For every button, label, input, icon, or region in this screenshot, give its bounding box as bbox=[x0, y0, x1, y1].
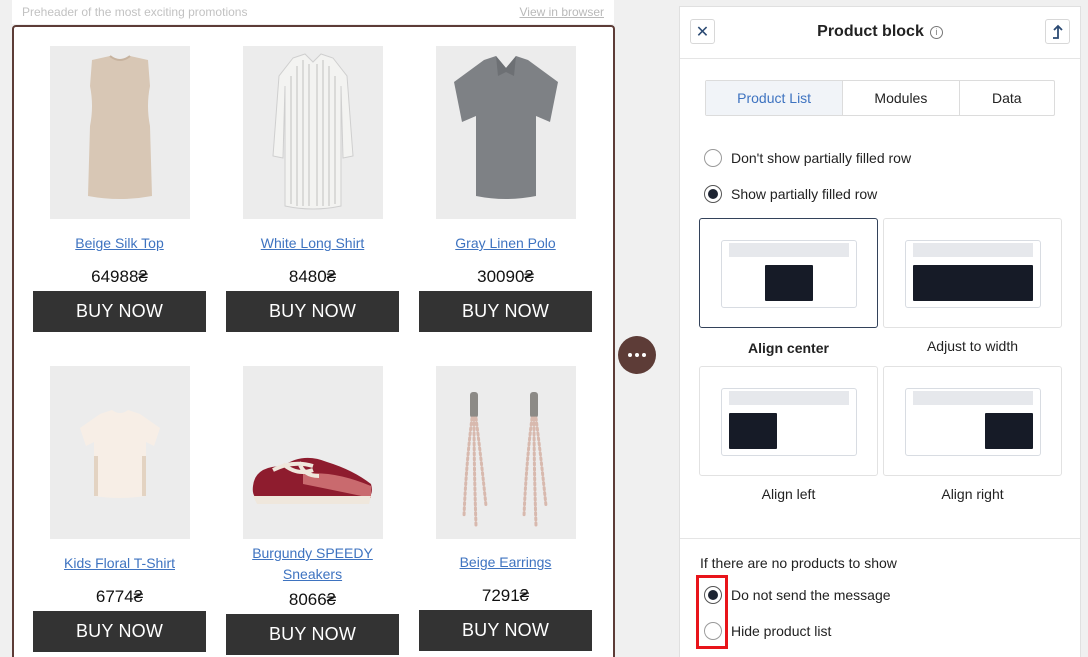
buy-now-button[interactable]: BUY NOW bbox=[419, 291, 592, 332]
preheader-text: Preheader of the most exciting promotion… bbox=[22, 5, 248, 19]
product-name-link[interactable]: Kids Floral T-Shirt bbox=[33, 553, 206, 574]
product-card: Kids Floral T-Shirt 6774₴ BUY NOW bbox=[33, 366, 206, 652]
buy-now-button[interactable]: BUY NOW bbox=[33, 611, 206, 652]
product-price: 8066₴ bbox=[288, 590, 337, 609]
buy-now-button[interactable]: BUY NOW bbox=[226, 614, 399, 655]
product-card: Burgundy SPEEDY Sneakers 8066₴ BUY NOW bbox=[226, 366, 399, 655]
product-price: 7291₴ bbox=[481, 586, 530, 605]
align-center-card[interactable] bbox=[699, 218, 878, 328]
radio-label: Show partially filled row bbox=[731, 186, 878, 202]
product-price: 8480₴ bbox=[288, 267, 337, 286]
panel-header: ✕ Product block i bbox=[680, 7, 1080, 59]
product-block-settings-panel: ✕ Product block i Product List Modules Da… bbox=[679, 6, 1081, 657]
preheader: Preheader of the most exciting promotion… bbox=[12, 0, 614, 24]
show-partial-row-option[interactable]: Show partially filled row bbox=[704, 185, 877, 203]
collapse-button[interactable] bbox=[1045, 19, 1070, 44]
product-name-link[interactable]: Gray Linen Polo bbox=[419, 233, 592, 254]
no-products-section-title: If there are no products to show bbox=[700, 555, 897, 571]
product-card: Beige Earrings 7291₴ BUY NOW bbox=[419, 366, 592, 651]
radio-label: Hide product list bbox=[731, 623, 832, 639]
dot-icon bbox=[635, 353, 639, 357]
sneakers-image[interactable] bbox=[242, 366, 383, 539]
email-preview: Preheader of the most exciting promotion… bbox=[0, 0, 656, 657]
product-price: 30090₴ bbox=[477, 267, 534, 286]
collapse-arrow-icon bbox=[1052, 24, 1063, 39]
earrings-image[interactable] bbox=[435, 366, 576, 539]
radio-button[interactable] bbox=[704, 149, 722, 167]
align-left-card[interactable] bbox=[699, 366, 878, 476]
buy-now-button[interactable]: BUY NOW bbox=[33, 291, 206, 332]
adjust-to-width-preview bbox=[905, 240, 1041, 308]
panel-title-text: Product block bbox=[817, 23, 924, 40]
product-name-link[interactable]: Burgundy SPEEDY Sneakers bbox=[226, 543, 399, 585]
align-right-card[interactable] bbox=[883, 366, 1062, 476]
align-right-preview bbox=[905, 388, 1041, 456]
align-right-label: Align right bbox=[941, 486, 1004, 502]
product-name-line1: Burgundy SPEEDY bbox=[252, 545, 373, 561]
dot-icon bbox=[628, 353, 632, 357]
kids-tshirt-image[interactable] bbox=[49, 366, 190, 539]
align-center-label: Align center bbox=[748, 340, 829, 356]
align-center-preview bbox=[721, 240, 857, 308]
product-card: Gray Linen Polo 30090₴ BUY NOW bbox=[419, 46, 592, 332]
product-name-line2: Sneakers bbox=[282, 566, 343, 582]
dont-show-partial-row-option[interactable]: Don't show partially filled row bbox=[704, 149, 911, 167]
tab-data[interactable]: Data bbox=[960, 81, 1054, 115]
beige-top-image[interactable] bbox=[49, 46, 190, 219]
tab-product-list[interactable]: Product List bbox=[706, 81, 844, 115]
info-icon[interactable]: i bbox=[929, 25, 943, 39]
panel-title: Product block i bbox=[680, 23, 1080, 41]
buy-now-button[interactable]: BUY NOW bbox=[419, 610, 592, 651]
highlight-box bbox=[696, 575, 728, 649]
view-in-browser-link[interactable]: View in browser bbox=[520, 5, 604, 19]
product-card: White Long Shirt 8480₴ BUY NOW bbox=[226, 46, 399, 332]
product-name-link[interactable]: Beige Silk Top bbox=[33, 233, 206, 254]
white-shirt-image[interactable] bbox=[242, 46, 383, 219]
product-price: 6774₴ bbox=[95, 587, 144, 606]
product-card: Beige Silk Top 64988₴ BUY NOW bbox=[33, 46, 206, 332]
panel-tabs: Product List Modules Data bbox=[705, 80, 1055, 116]
product-price: 64988₴ bbox=[91, 267, 148, 286]
more-options-button[interactable] bbox=[618, 336, 656, 374]
radio-label: Don't show partially filled row bbox=[731, 150, 912, 166]
align-left-label: Align left bbox=[761, 486, 816, 502]
radio-label: Do not send the message bbox=[731, 587, 891, 603]
dot-icon bbox=[642, 353, 646, 357]
adjust-to-width-label: Adjust to width bbox=[926, 338, 1019, 354]
product-name-link[interactable]: Beige Earrings bbox=[419, 552, 592, 573]
tab-modules[interactable]: Modules bbox=[843, 81, 960, 115]
product-name-link[interactable]: White Long Shirt bbox=[226, 233, 399, 254]
buy-now-button[interactable]: BUY NOW bbox=[226, 291, 399, 332]
gray-polo-image[interactable] bbox=[435, 46, 576, 219]
product-block[interactable]: Beige Silk Top 64988₴ BUY NOW White Long… bbox=[12, 25, 615, 657]
section-divider bbox=[680, 538, 1080, 539]
adjust-to-width-card[interactable] bbox=[883, 218, 1062, 328]
do-not-send-option[interactable]: Do not send the message bbox=[704, 586, 891, 604]
align-left-preview bbox=[721, 388, 857, 456]
radio-button[interactable] bbox=[704, 185, 722, 203]
